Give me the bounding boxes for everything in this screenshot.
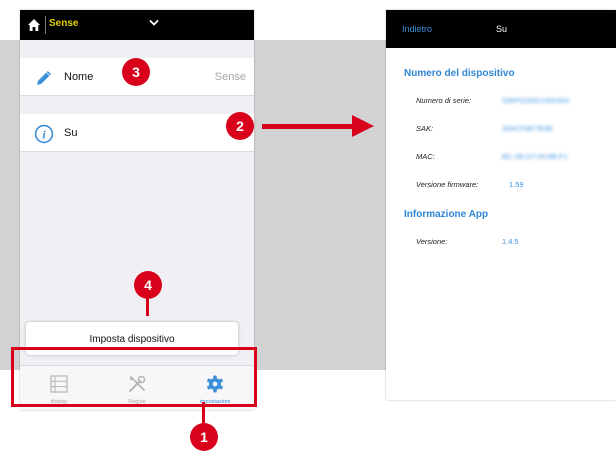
callout-stem-4	[146, 297, 149, 316]
callout-badge-4: 4	[134, 271, 162, 299]
callout-badge-2: 2	[226, 112, 254, 140]
chevron-down-icon[interactable]	[148, 16, 160, 30]
home-icon[interactable]	[27, 18, 41, 32]
instruction-figure: Sense Nome Sense i Su Imposta dispositiv…	[0, 0, 616, 459]
back-button[interactable]: Indietro	[402, 24, 432, 34]
about-screen: Indietro Su Numero del dispositivo Numer…	[386, 10, 616, 400]
name-label: Nome	[64, 71, 94, 83]
arrow-right-icon	[352, 115, 374, 137]
app-version-label: Versione:	[416, 237, 448, 246]
device-selector[interactable]: Sense	[49, 18, 78, 29]
app-section-heading: Informazione App	[404, 209, 489, 220]
app-version-value: 1.4.5	[502, 237, 519, 246]
page-title: Su	[496, 24, 508, 34]
sak-label: SAK:	[416, 124, 434, 133]
firmware-value: 1.59	[509, 180, 524, 189]
sak-value: 30ACF8E7B3B	[502, 124, 553, 133]
serial-value: SWP023001000304	[502, 96, 570, 105]
serial-label: Numero di serie:	[416, 96, 472, 105]
info-icon: i	[34, 124, 54, 144]
about-row[interactable]: i Su	[20, 114, 254, 152]
mac-label: MAC:	[416, 152, 435, 161]
arrow-shaft	[262, 124, 354, 129]
divider	[45, 16, 46, 34]
mac-value: BC:2B:D7:00:8B:F1	[502, 152, 568, 161]
callout-badge-3: 3	[122, 58, 150, 86]
name-value: Sense	[214, 71, 246, 83]
svg-text:i: i	[42, 128, 46, 142]
firmware-label: Versione firmware:	[416, 180, 479, 189]
device-section-heading: Numero del dispositivo	[404, 68, 515, 79]
callout-stem-1	[202, 402, 205, 425]
about-label: Su	[64, 127, 78, 139]
callout-badge-1: 1	[190, 423, 218, 451]
tabbar-highlight-frame	[11, 347, 257, 407]
top-bar: Sense	[20, 10, 254, 40]
pencil-icon	[34, 68, 54, 88]
nav-bar: Indietro Su	[386, 10, 616, 48]
